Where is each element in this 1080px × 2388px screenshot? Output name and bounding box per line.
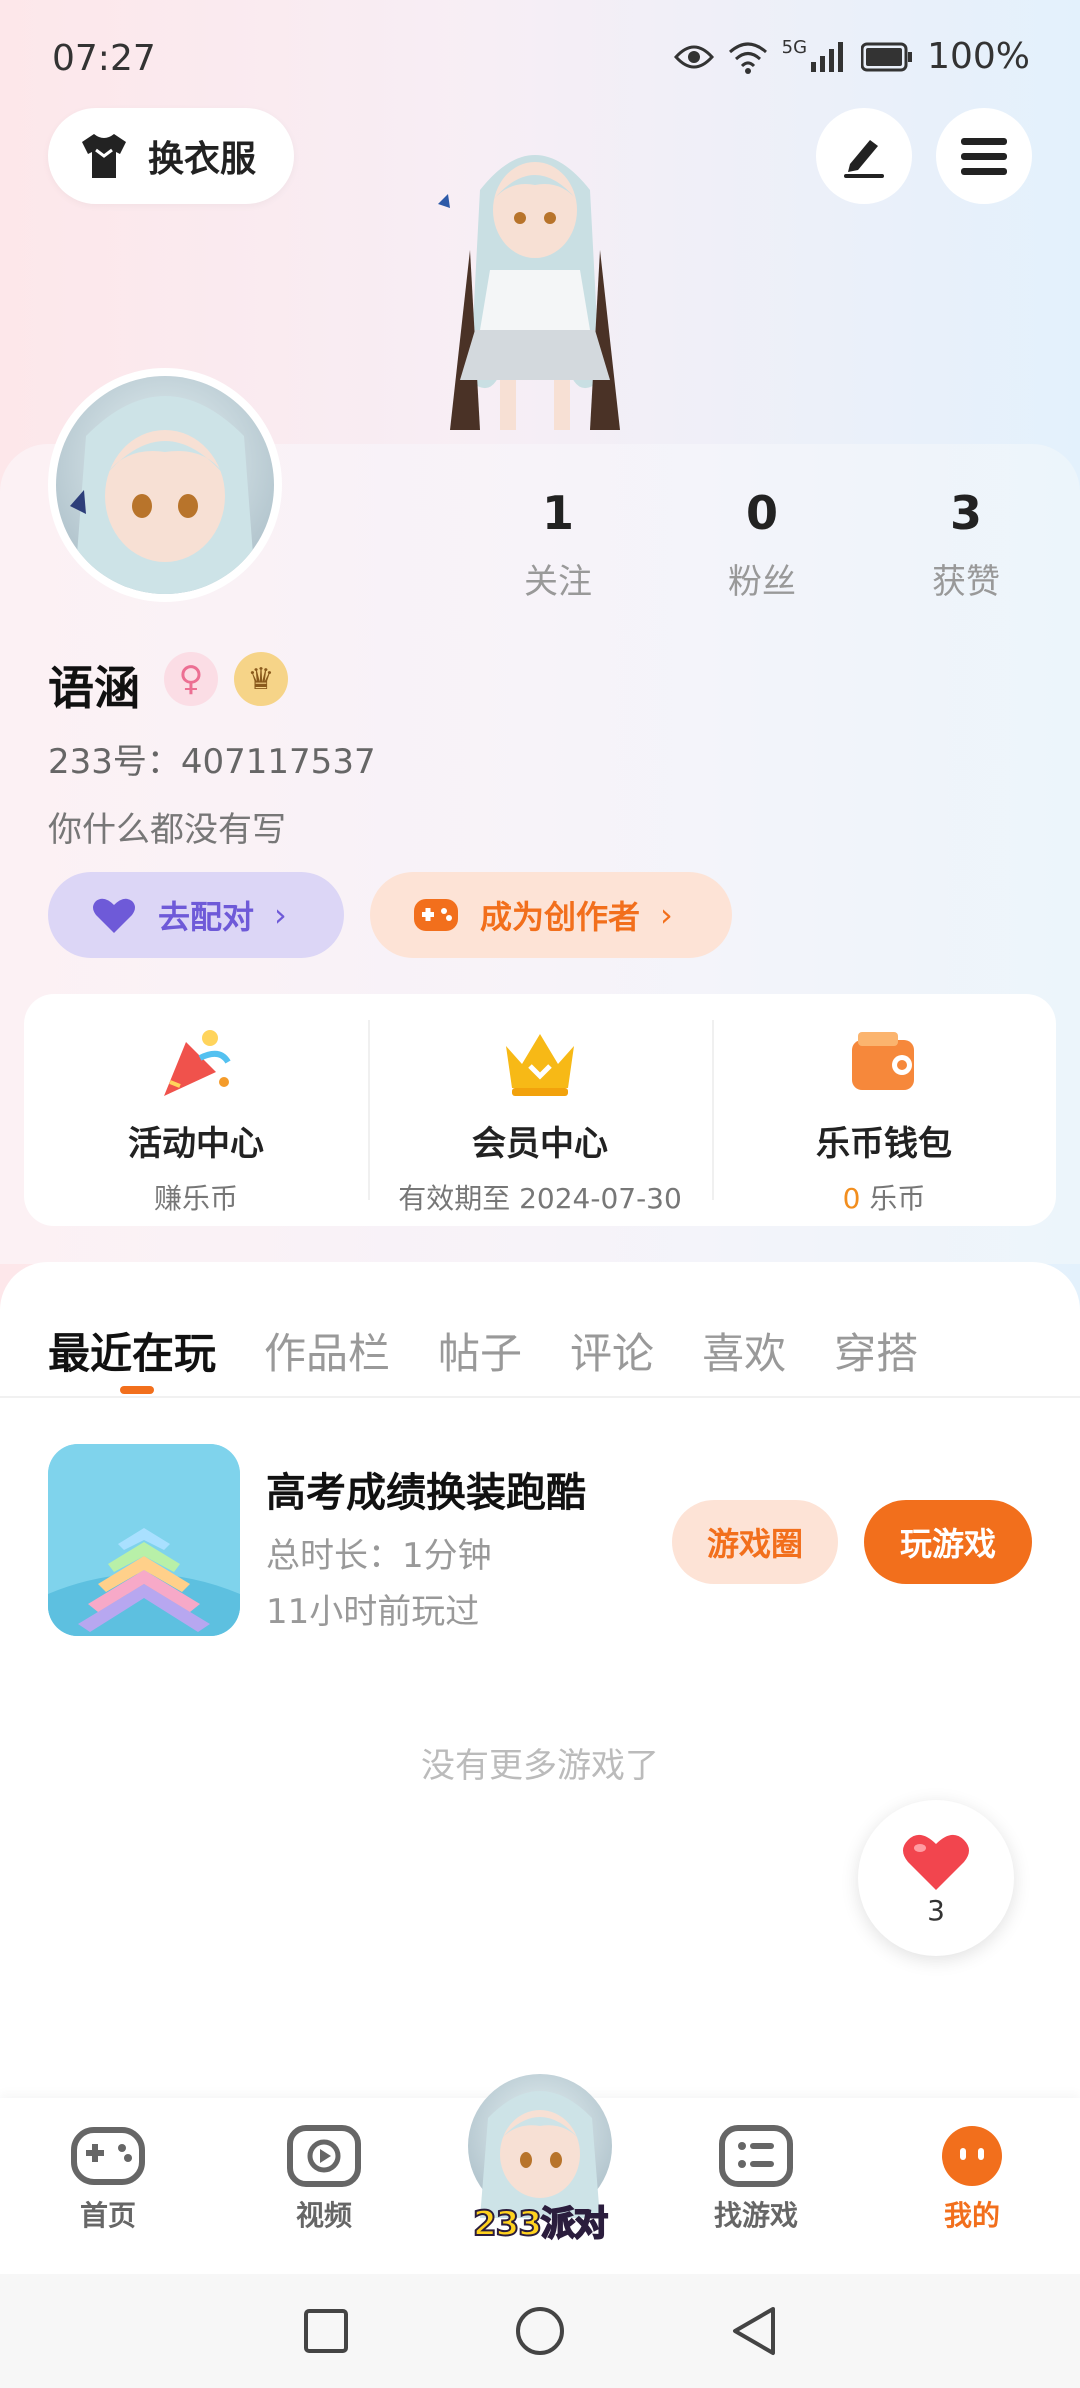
menu-button[interactable] <box>936 108 1032 204</box>
following-count: 1 <box>541 486 574 540</box>
change-outfit-label: 换衣服 <box>148 139 257 180</box>
signal-icon <box>811 41 844 72</box>
tab-recently-played[interactable]: 最近在玩 <box>48 1320 216 1381</box>
active-tab-indicator <box>120 1386 154 1394</box>
pen-icon <box>844 140 884 178</box>
coin-wallet-title: 乐币钱包 <box>816 1124 952 1164</box>
profile-tabs: 最近在玩 作品栏 帖子 评论 喜欢 穿搭 <box>0 1300 1080 1400</box>
user-id: 233号：407117537 <box>48 742 376 782</box>
play-game-button[interactable]: 玩游戏 <box>864 1500 1032 1584</box>
nav-mine[interactable]: 我的 <box>892 2124 1052 2234</box>
avatar-portrait <box>70 396 256 594</box>
membership-center-title: 会员中心 <box>472 1124 608 1164</box>
nav-find-games[interactable]: 找游戏 <box>676 2124 836 2234</box>
back-triangle-icon[interactable] <box>731 2306 777 2356</box>
battery-icon <box>861 42 913 71</box>
smiley-face-icon <box>942 2126 1002 2186</box>
avatar-character-figure[interactable] <box>410 130 660 450</box>
coin-balance-unit: 乐币 <box>860 1182 926 1215</box>
party-popper-icon <box>164 1030 231 1096</box>
crown-icon <box>506 1034 574 1096</box>
network-type: 5G <box>781 37 808 58</box>
system-navigation-bar <box>0 2274 1080 2388</box>
change-outfit-button[interactable]: 换衣服 <box>48 108 294 204</box>
following-label: 关注 <box>524 562 592 602</box>
membership-expiry: 有效期至 2024-07-30 <box>398 1182 682 1215</box>
like-count: 3 <box>927 1893 945 1927</box>
status-time: 07:27 <box>52 38 156 79</box>
heart-icon <box>93 898 135 933</box>
menu-icon <box>961 138 1007 175</box>
game-circle-button[interactable]: 游戏圈 <box>672 1500 838 1584</box>
eye-icon <box>673 45 714 68</box>
game-title: 高考成绩换装跑酷 <box>266 1470 586 1516</box>
tab-comments[interactable]: 评论 <box>570 1320 654 1381</box>
activity-center[interactable]: 活动中心 赚乐币 <box>24 994 368 1226</box>
tab-divider <box>0 1396 1080 1398</box>
likes-count: 3 <box>949 486 982 540</box>
wifi-icon <box>728 42 767 74</box>
wallet-icon <box>852 1032 914 1090</box>
gamepad-icon <box>71 2127 145 2185</box>
followers-count: 0 <box>745 486 778 540</box>
recent-apps-icon[interactable] <box>303 2308 349 2354</box>
coin-balance: 0 乐币 <box>843 1177 926 1217</box>
become-creator-button[interactable]: 成为创作者 › <box>370 872 732 958</box>
nav-find-games-label: 找游戏 <box>713 2199 798 2232</box>
match-label: 去配对 <box>158 898 255 936</box>
no-more-games-text: 没有更多游戏了 <box>421 1746 659 1786</box>
battery-level: 100% <box>927 36 1030 77</box>
chevron-right-icon: › <box>274 896 287 934</box>
coin-balance-value: 0 <box>842 1182 861 1215</box>
nav-home-label: 首页 <box>79 2199 136 2232</box>
likes-label: 获赞 <box>932 562 1000 602</box>
status-icons: 5G 100% <box>673 36 1030 77</box>
list-icon <box>719 2125 793 2187</box>
nav-home[interactable]: 首页 <box>28 2124 188 2234</box>
nav-mine-label: 我的 <box>943 2199 1000 2232</box>
activity-center-title: 活动中心 <box>128 1124 264 1164</box>
user-bio: 你什么都没有写 <box>48 810 286 850</box>
game-duration: 总时长：1分钟 <box>266 1536 492 1576</box>
heart-icon <box>903 1834 969 1890</box>
username: 语涵 <box>48 661 140 715</box>
party-logo-text[interactable]: 233派对 <box>452 2196 628 2245</box>
character-figure <box>438 155 620 430</box>
chevron-right-icon: › <box>660 896 673 934</box>
status-bar: 07:27 5G 100% <box>0 0 1080 110</box>
gamepad-icon <box>414 899 458 931</box>
followers-label: 粉丝 <box>728 562 796 602</box>
match-button[interactable]: 去配对 › <box>48 872 344 958</box>
shirt-icon <box>82 134 126 178</box>
video-play-icon <box>287 2125 361 2187</box>
followers-stat[interactable]: 0 粉丝 <box>682 486 842 603</box>
become-creator-label: 成为创作者 <box>480 898 641 936</box>
tab-outfits[interactable]: 穿搭 <box>834 1320 918 1381</box>
nav-video-label: 视频 <box>295 2199 352 2232</box>
home-circle-icon[interactable] <box>515 2306 565 2356</box>
crown-badge-icon[interactable]: ♛ <box>234 652 288 706</box>
profile-avatar[interactable] <box>48 368 282 602</box>
edit-profile-button[interactable] <box>816 108 912 204</box>
tab-posts[interactable]: 帖子 <box>438 1320 522 1381</box>
quick-links-card: 活动中心 赚乐币 会员中心 有效期至 2024-07-30 乐币钱包 0 乐币 <box>24 994 1056 1226</box>
game-thumbnail[interactable] <box>48 1444 240 1636</box>
female-gender-icon: ♀ <box>164 652 218 706</box>
likes-stat[interactable]: 3 获赞 <box>886 486 1046 603</box>
coin-wallet[interactable]: 乐币钱包 0 乐币 <box>712 994 1056 1226</box>
tab-works[interactable]: 作品栏 <box>264 1320 390 1381</box>
membership-center[interactable]: 会员中心 有效期至 2024-07-30 <box>368 994 712 1226</box>
tab-likes[interactable]: 喜欢 <box>702 1320 786 1381</box>
activity-center-sub: 赚乐币 <box>153 1182 238 1215</box>
like-floating-button[interactable]: 3 <box>858 1800 1014 1956</box>
following-stat[interactable]: 1 关注 <box>478 486 638 603</box>
nav-video[interactable]: 视频 <box>244 2124 404 2234</box>
game-last-played: 11小时前玩过 <box>266 1592 480 1632</box>
game-thumbnail-art <box>48 1444 240 1636</box>
